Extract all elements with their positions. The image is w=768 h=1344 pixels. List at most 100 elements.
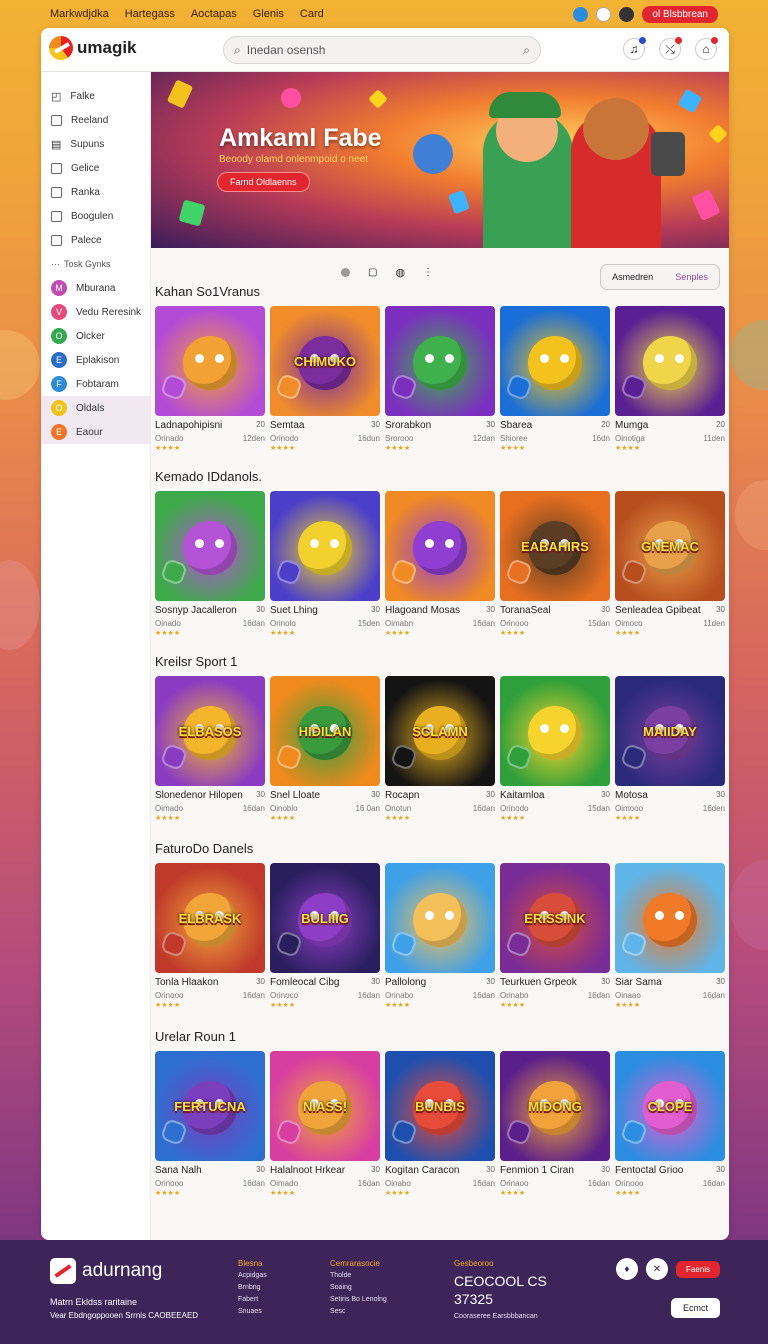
game-thumbnail[interactable]: HIDILAN — [270, 676, 380, 786]
game-title[interactable]: Senleadea Gpibeat — [615, 605, 701, 616]
sidebar-tag[interactable]: O Oldals — [41, 396, 150, 420]
game-card[interactable]: BULIIIG Fomleocal Cibg 30 Orinoco 16dan ★★★★ — [270, 863, 380, 1009]
game-card[interactable]: Ladnapohipisni 20 Orinado 12den ★★★★ — [155, 306, 265, 452]
footer-red-button[interactable]: Faenis — [675, 1260, 720, 1278]
game-thumbnail[interactable]: GNEMAC — [615, 491, 725, 601]
game-title[interactable]: Fomleocal Cibg — [270, 977, 339, 988]
sidebar-item[interactable]: ◰ Falke — [41, 84, 150, 108]
game-card[interactable]: ELBRASK Tonla Hlaakon 30 Orinooo 16dan ★★★★ — [155, 863, 265, 1009]
game-thumbnail[interactable]: CHIMUKO — [270, 306, 380, 416]
segment-first[interactable]: Asmedren — [612, 272, 653, 282]
game-card[interactable]: MIDONG Fenmion 1 Ciran 30 Orinaoo 16dan ★★★★ — [500, 1051, 610, 1197]
game-card[interactable]: Sbarea 20 Shioree 16dn ★★★★ — [500, 306, 610, 452]
game-thumbnail[interactable]: BULIIIG — [270, 863, 380, 973]
game-card[interactable]: HIDILAN Snel Lloate 30 Oinoblo 16 0an ★★★★ — [270, 676, 380, 822]
footer-link[interactable]: Sesc — [330, 1306, 387, 1318]
sidebar-tag[interactable]: M Mburana — [41, 276, 150, 300]
footer-logo[interactable]: adurnang — [50, 1258, 162, 1284]
info-icon[interactable] — [596, 6, 612, 22]
sidebar-tag[interactable]: E Eaour — [41, 420, 150, 444]
game-thumbnail[interactable] — [385, 863, 495, 973]
footer-link[interactable]: Fabert — [238, 1294, 267, 1306]
section-title[interactable]: FaturoDo Danels — [155, 841, 725, 859]
game-thumbnail[interactable] — [270, 491, 380, 601]
game-card[interactable]: Hlagoand Mosas 30 Oimabn 16dan ★★★★ — [385, 491, 495, 637]
game-title[interactable]: Srorabkon — [385, 420, 431, 431]
cart-icon[interactable]: ⌂ — [695, 37, 718, 60]
more-icon[interactable]: ⋮ — [423, 267, 433, 278]
game-title[interactable]: Motosa — [615, 790, 648, 801]
game-title[interactable]: Semtaa — [270, 420, 304, 431]
top-link[interactable]: Card — [300, 8, 324, 20]
section-title[interactable]: Kahan So1Vranus — [155, 284, 725, 302]
game-thumbnail[interactable] — [615, 306, 725, 416]
game-title[interactable]: Slonedenor Hilopen — [155, 790, 243, 801]
game-thumbnail[interactable] — [500, 306, 610, 416]
game-title[interactable]: Fenmion 1 Ciran — [500, 1165, 574, 1176]
section-title[interactable]: Kemado IDdanols. — [155, 469, 725, 487]
game-title[interactable]: Sana Nalh — [155, 1165, 202, 1176]
pager-dot[interactable] — [341, 268, 350, 277]
game-thumbnail[interactable] — [615, 863, 725, 973]
pager-settings-icon[interactable]: ◍ — [395, 266, 405, 279]
top-link[interactable]: Hartegass — [125, 8, 175, 20]
footer-link[interactable]: Brnbng — [238, 1282, 267, 1294]
sidebar-tag[interactable]: V Vedu Reresink — [41, 300, 150, 324]
share-icon[interactable]: ⤯ — [659, 37, 682, 60]
game-card[interactable]: CLOPE Fentoctal Grioo 30 Orinooo 16dan ★★★★ — [615, 1051, 725, 1197]
footer-contact-button[interactable]: Ecmct — [670, 1298, 720, 1318]
game-thumbnail[interactable]: SCLAMN — [385, 676, 495, 786]
section-title[interactable]: Urelar Roun 1 — [155, 1029, 725, 1047]
footer-social-icon[interactable]: ♦ — [615, 1258, 638, 1280]
game-thumbnail[interactable]: MIDONG — [500, 1051, 610, 1161]
game-title[interactable]: Mumga — [615, 420, 648, 431]
game-thumbnail[interactable]: ELBRASK — [155, 863, 265, 973]
sidebar-item[interactable]: Reeland — [41, 108, 150, 132]
game-title[interactable]: Tonla Hlaakon — [155, 977, 218, 988]
footer-link[interactable]: Acpidgas — [238, 1270, 267, 1282]
sidebar-tag[interactable]: F Fobtaram — [41, 372, 150, 396]
signin-button[interactable]: ol Blsbbrean — [642, 5, 718, 23]
sidebar-item[interactable]: Ranka — [41, 180, 150, 204]
game-card[interactable]: Siar Sama 30 Oinaao 16dan ★★★★ — [615, 863, 725, 1009]
game-thumbnail[interactable] — [155, 306, 265, 416]
game-thumbnail[interactable]: MAIIDAY — [615, 676, 725, 786]
game-card[interactable]: Kaitamloa 30 Orinodo 15dan ★★★★ — [500, 676, 610, 822]
game-thumbnail[interactable]: NIASS! — [270, 1051, 380, 1161]
game-title[interactable]: Pallolong — [385, 977, 426, 988]
sidebar-item[interactable]: Palece — [41, 228, 150, 252]
top-link[interactable]: Markwdjdka — [50, 8, 109, 20]
game-title[interactable]: Kogitan Caracon — [385, 1165, 460, 1176]
game-card[interactable]: CHIMUKO Semtaa 30 Orinodo 16dun ★★★★ — [270, 306, 380, 452]
game-thumbnail[interactable] — [385, 491, 495, 601]
search-bar[interactable]: ⌕ Inedan osensh ⌕ — [223, 36, 541, 64]
sidebar-item[interactable]: Gelice — [41, 156, 150, 180]
game-card[interactable]: NIASS! Halalnoot Hrkear 30 Oimado 16dan ★★★★ — [270, 1051, 380, 1197]
notification-icon[interactable]: ♫ — [623, 37, 646, 60]
game-title[interactable]: Sbarea — [500, 420, 532, 431]
game-title[interactable]: Kaitamloa — [500, 790, 544, 801]
game-title[interactable]: Fentoctal Grioo — [615, 1165, 683, 1176]
sidebar-tag[interactable]: O Olcker — [41, 324, 150, 348]
segment-second[interactable]: Senples — [675, 272, 708, 282]
footer-link[interactable]: Tholde — [330, 1270, 387, 1282]
game-title[interactable]: Ladnapohipisni — [155, 420, 222, 431]
game-thumbnail[interactable]: CLOPE — [615, 1051, 725, 1161]
game-thumbnail[interactable] — [385, 306, 495, 416]
game-thumbnail[interactable]: BUNBIS — [385, 1051, 495, 1161]
game-thumbnail[interactable] — [155, 491, 265, 601]
account-icon[interactable] — [619, 6, 635, 22]
game-title[interactable]: Rocapn — [385, 790, 419, 801]
game-title[interactable]: Snel Lloate — [270, 790, 320, 801]
game-title[interactable]: Siar Sama — [615, 977, 662, 988]
top-link[interactable]: Glenis — [253, 8, 284, 20]
game-title[interactable]: Halalnoot Hrkear — [270, 1165, 345, 1176]
hero-button[interactable]: Farnd Oldlaenns — [217, 172, 310, 192]
game-title[interactable]: Hlagoand Mosas — [385, 605, 460, 616]
game-title[interactable]: ToranaSeal — [500, 605, 551, 616]
game-card[interactable]: FERTUCNA Sana Nalh 30 Orinooo 16dan ★★★★ — [155, 1051, 265, 1197]
hero-banner[interactable]: Amkaml Fabe Beoody olamd onlenmpoid o ne… — [151, 72, 729, 248]
game-thumbnail[interactable] — [500, 676, 610, 786]
game-card[interactable]: BUNBIS Kogitan Caracon 30 Oinabo 16dan ★★★★ — [385, 1051, 495, 1197]
game-card[interactable]: SCLAMN Rocapn 30 Onotun 16dan ★★★★ — [385, 676, 495, 822]
